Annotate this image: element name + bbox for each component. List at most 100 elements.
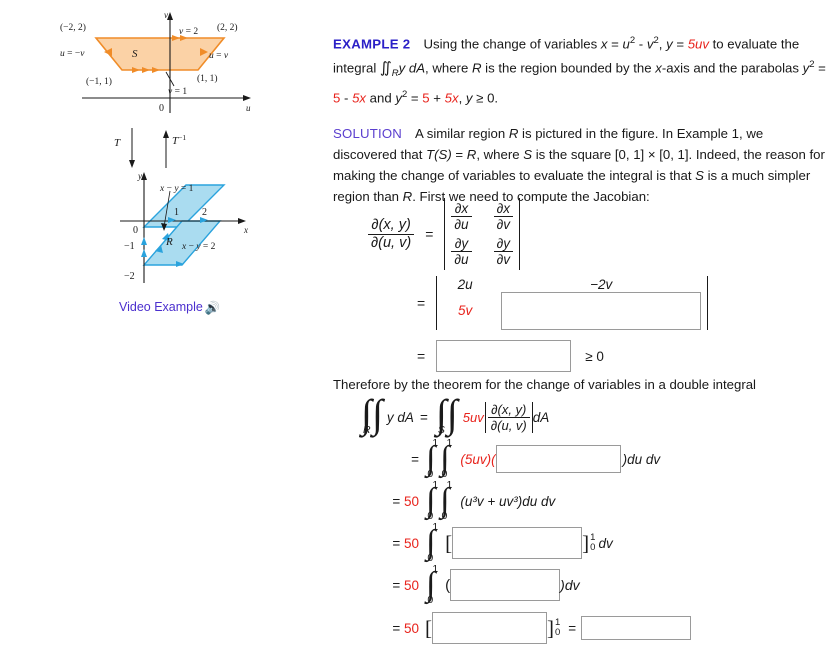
partial-y-v: ∂y ∂v: [493, 236, 513, 267]
jacobian-matrix-with-input: 2u −2v 5v: [436, 276, 709, 331]
xy-plane-figure: y x 0 1 2 −1 −2 R x − y = 1 x − y = 2: [120, 165, 255, 285]
equals-sign-1: =: [425, 226, 434, 243]
jacobian-evaluated-row: = 2u −2v 5v: [406, 276, 709, 331]
minus-1: -: [635, 36, 647, 52]
svg-text:y: y: [137, 171, 142, 181]
var-R-1: R: [508, 125, 519, 141]
num-5-b: 5: [422, 90, 430, 106]
svg-text:0: 0: [159, 103, 164, 114]
jacobian-lhs-fraction: ∂(x, y) ∂(u, v): [368, 217, 415, 251]
example-text-d: , where: [425, 60, 472, 76]
solution-text-c: , where: [476, 146, 524, 162]
example-text-c: integral: [333, 60, 380, 76]
integral-line-6: = 50 [ ] 1 0 =: [333, 612, 692, 644]
solution-text-a: A similar region: [415, 125, 509, 141]
definite-integral-5: ∫ 1 0: [426, 563, 439, 606]
open-bracket-6: [: [425, 615, 432, 640]
region-s-shape: [94, 37, 226, 71]
lead-equals-3: = 50: [392, 493, 419, 509]
integral-subscript-S: S: [437, 424, 445, 436]
example-paragraph: EXAMPLE 2 Using the change of variables x…: [333, 35, 826, 106]
geq-zero: ≥ 0.: [472, 90, 499, 106]
jacobian-definition-row: ∂(x, y) ∂(u, v) = ∂x ∂u ∂x ∂v ∂y ∂u ∂y ∂…: [368, 198, 708, 271]
svg-text:x − y = 2: x − y = 2: [181, 242, 216, 252]
svg-text:(2, 2): (2, 2): [217, 22, 238, 33]
svg-text:v = 2: v = 2: [179, 27, 198, 37]
svg-text:u: u: [246, 103, 251, 113]
integral-subscript-R: R: [363, 424, 371, 436]
example-text-e: is the region bounded by the: [481, 60, 656, 76]
double-integral-symbol: ∬: [379, 60, 392, 77]
integral-answer-input-3[interactable]: [450, 569, 561, 601]
speaker-icon: 🔊: [204, 301, 221, 315]
suffix-dv-5: )dv: [560, 577, 580, 593]
svg-text:u = v: u = v: [209, 51, 229, 61]
jacobian-result-input[interactable]: [436, 340, 572, 373]
svg-text:v = 1: v = 1: [168, 87, 187, 97]
jacobian-matrix-answer-input[interactable]: [501, 291, 702, 330]
svg-text:v: v: [164, 10, 168, 20]
integral-derivation-block: ∫∫ R y dA = ∫∫ S 5uv ∂(x, y) ∂(u, v) dA …: [333, 394, 692, 644]
equals-sign-4: =: [419, 409, 428, 425]
svg-text:0: 0: [133, 225, 138, 236]
svg-text:u = −v: u = −v: [60, 49, 85, 59]
jacobian-lhs-denominator: ∂(u, v): [368, 233, 415, 251]
equals-sign-3: =: [417, 348, 426, 365]
definite-integral-outer-3: ∫ 1 0: [426, 479, 439, 522]
partial-x-u: ∂x ∂u: [451, 201, 472, 232]
definite-integral-inner-3: ∫ 1 0: [440, 479, 453, 522]
integral-answer-input-1[interactable]: [495, 445, 621, 473]
var-y: y: [666, 36, 673, 52]
integral-line-5: = 50 ∫ 1 0 ( )dv: [333, 563, 691, 606]
content-column: EXAMPLE 2 Using the change of variables x…: [333, 30, 828, 221]
partial-x-v: ∂x ∂v: [493, 201, 513, 232]
integral-answer-input-2[interactable]: [452, 527, 583, 559]
svg-text:T−1: T−1: [172, 133, 186, 148]
definite-integral-4: ∫ 1 0: [426, 521, 439, 564]
svg-text:x − y = 1: x − y = 1: [159, 184, 194, 194]
jacobian-nonneg-label: ≥ 0: [585, 348, 604, 364]
svg-text:(−2, 2): (−2, 2): [60, 22, 86, 33]
svg-text:2: 2: [202, 207, 207, 218]
var-R-2: R: [466, 146, 477, 162]
var-y2b: y: [395, 90, 402, 106]
integral-line-3: = 50 ∫ 1 0 ∫ 1 0 (u³v + uv³)du dv: [333, 479, 691, 522]
svg-text:1: 1: [174, 207, 179, 218]
svg-text:−1: −1: [124, 241, 135, 252]
suffix-dudv-2: )du dv: [622, 451, 661, 467]
jacobian-block: ∂(x, y) ∂(u, v) = ∂x ∂u ∂x ∂v ∂y ∂u ∂y ∂…: [368, 198, 709, 373]
lead-equals-5: = 50: [392, 577, 419, 593]
uv-plane-figure: v u 0 S (−2, 2) (2, 2) (−1, 1) (1, 1) v …: [60, 8, 260, 118]
video-example-link[interactable]: Video Example 🔊: [119, 300, 220, 316]
integral-line-2: = ∫ 1 0 ∫ 1 0 (5uv)( )du dv: [333, 437, 691, 480]
solution-tag: SOLUTION: [333, 125, 403, 141]
var-u: u: [622, 36, 630, 52]
transform-arrows: T T−1: [110, 128, 200, 170]
expr-5x-a: 5x: [352, 90, 367, 106]
minus-2: -: [340, 90, 353, 106]
var-y-final: y: [465, 90, 473, 106]
integrand-expanded: (u³v + uv³)du dv: [460, 493, 556, 509]
jacobian-determinant-matrix: ∂x ∂u ∂x ∂v ∂y ∂u ∂y ∂v: [444, 198, 520, 271]
comma-1: ,: [658, 36, 667, 52]
integral-answer-input-4[interactable]: [432, 612, 547, 644]
solution-paragraph: SOLUTION A similar region R is pictured i…: [333, 123, 828, 207]
integral-line-1: ∫∫ R y dA = ∫∫ S 5uv ∂(x, y) ∂(u, v) dA: [361, 394, 691, 437]
definite-integral-outer-2: ∫ 1 0: [426, 437, 439, 480]
and-1: and: [366, 90, 396, 106]
eq-5: =: [451, 146, 467, 162]
matrix-entry-2u: 2u: [457, 276, 473, 292]
eq-4: =: [407, 90, 423, 106]
definite-integral-inner-2: ∫ 1 0: [440, 437, 453, 480]
svg-text:S: S: [132, 48, 138, 60]
sub-R: R: [391, 68, 399, 80]
jacobian-absolute-value: ∂(x, y) ∂(u, v): [484, 401, 533, 433]
final-answer-input[interactable]: [581, 616, 692, 640]
var-S-1: S: [523, 146, 533, 162]
page-root: v u 0 S (−2, 2) (2, 2) (−1, 1) (1, 1) v …: [0, 0, 836, 650]
equals-sign-final: =: [568, 620, 577, 636]
matrix-entry-5v: 5v: [458, 303, 473, 319]
coef-50-a: 50: [403, 493, 419, 509]
var-S-2: S: [695, 167, 704, 183]
var-x-axis: x: [655, 60, 662, 76]
